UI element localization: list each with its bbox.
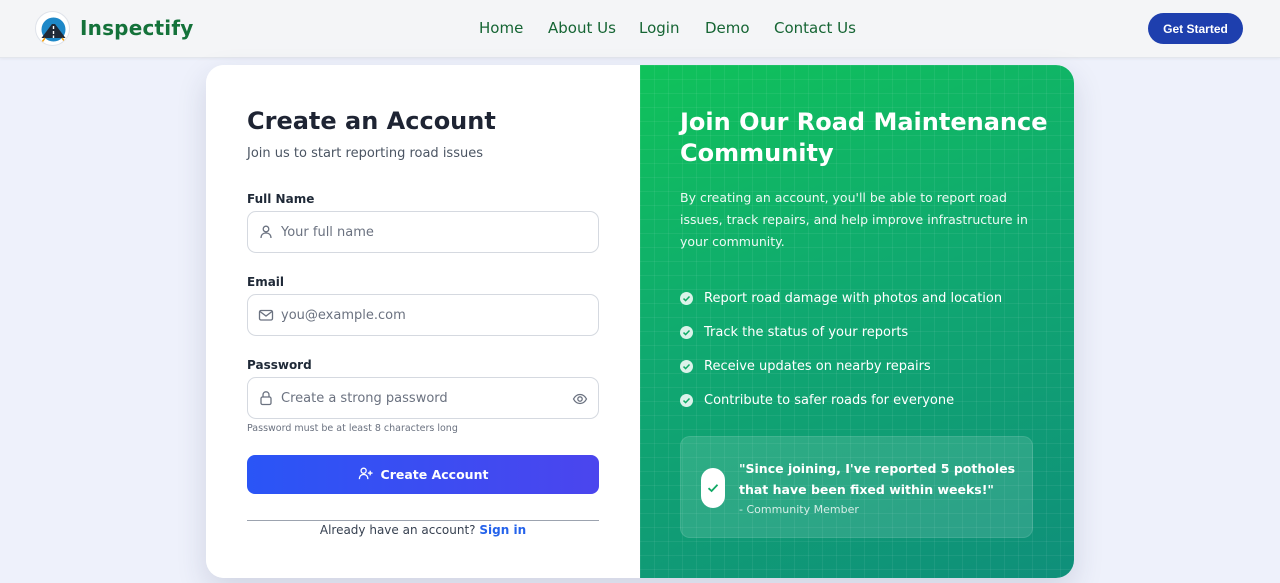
promo-panel: Join Our Road Maintenance Community By c… bbox=[640, 65, 1074, 578]
promo-description: By creating an account, you'll be able t… bbox=[680, 190, 1028, 249]
testimonial-quote: "Since joining, I've reported 5 potholes… bbox=[739, 461, 1016, 497]
signin-link[interactable]: Sign in bbox=[479, 523, 526, 537]
user-icon bbox=[258, 224, 274, 240]
check-icon bbox=[701, 468, 725, 508]
password-input[interactable] bbox=[281, 386, 561, 410]
feature-list: Report road damage with photos and locat… bbox=[680, 281, 1002, 417]
create-account-button[interactable]: Create Account bbox=[247, 455, 599, 494]
check-circle-icon bbox=[680, 359, 693, 373]
main-nav: Home About Us Login Demo Contact Us bbox=[0, 19, 1280, 41]
user-plus-icon bbox=[358, 466, 373, 484]
check-circle-icon bbox=[680, 291, 693, 305]
form-title: Create an Account bbox=[247, 107, 496, 135]
nav-link-contact-us[interactable]: Contact Us bbox=[774, 19, 856, 37]
feature-text: Report road damage with photos and locat… bbox=[704, 290, 1003, 306]
eye-icon[interactable] bbox=[572, 391, 588, 407]
password-hint: Password must be at least 8 characters l… bbox=[247, 423, 458, 434]
signup-form-panel: Create an Account Join us to start repor… bbox=[206, 65, 640, 578]
top-navbar: Inspectify Home About Us Login Demo Cont… bbox=[0, 0, 1280, 58]
check-circle-icon bbox=[680, 393, 693, 407]
email-label: Email bbox=[247, 275, 285, 289]
feature-item: Receive updates on nearby repairs bbox=[680, 349, 1002, 383]
check-circle-icon bbox=[680, 325, 693, 339]
nav-link-demo[interactable]: Demo bbox=[705, 19, 750, 37]
mail-icon bbox=[258, 307, 274, 323]
feature-text: Track the status of your reports bbox=[704, 324, 909, 340]
form-subtitle: Join us to start reporting road issues bbox=[247, 146, 483, 161]
feature-item: Contribute to safer roads for everyone bbox=[680, 383, 1002, 417]
password-label: Password bbox=[247, 358, 312, 372]
lock-icon bbox=[258, 390, 274, 406]
password-field-wrapper bbox=[247, 377, 599, 419]
signin-prompt: Already have an account? Sign in bbox=[247, 523, 599, 537]
testimonial-author: - Community Member bbox=[739, 503, 859, 516]
get-started-button[interactable]: Get Started bbox=[1148, 13, 1243, 44]
feature-item: Report road damage with photos and locat… bbox=[680, 281, 1002, 315]
feature-text: Contribute to safer roads for everyone bbox=[704, 392, 955, 408]
promo-title: Join Our Road Maintenance Community bbox=[680, 108, 1048, 167]
email-field-wrapper bbox=[247, 294, 599, 336]
full-name-field-wrapper bbox=[247, 211, 599, 253]
full-name-label: Full Name bbox=[247, 192, 315, 206]
signup-card: Create an Account Join us to start repor… bbox=[206, 65, 1074, 578]
testimonial-card: "Since joining, I've reported 5 potholes… bbox=[680, 436, 1033, 538]
feature-text: Receive updates on nearby repairs bbox=[704, 358, 931, 374]
nav-link-about-us[interactable]: About Us bbox=[548, 19, 616, 37]
full-name-input[interactable] bbox=[281, 220, 561, 244]
signin-prompt-text: Already have an account? bbox=[319, 523, 476, 537]
feature-item: Track the status of your reports bbox=[680, 315, 1002, 349]
email-input[interactable] bbox=[281, 303, 561, 327]
nav-link-login[interactable]: Login bbox=[639, 19, 679, 37]
divider bbox=[247, 520, 599, 521]
create-account-label: Create Account bbox=[380, 467, 489, 482]
nav-link-home[interactable]: Home bbox=[479, 19, 523, 37]
